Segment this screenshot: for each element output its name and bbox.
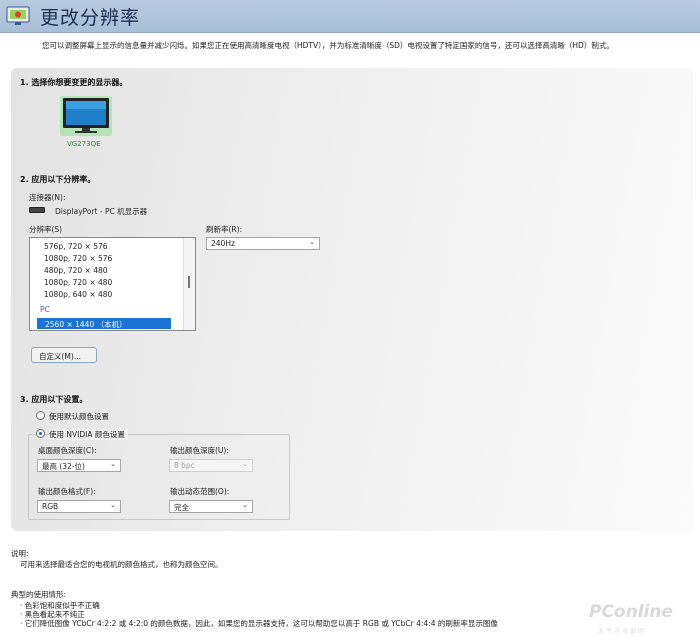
custom-button-label: 自定义(M)... <box>39 352 81 361</box>
radio-nvidia-color[interactable] <box>36 429 45 438</box>
scrollbar-thumb[interactable] <box>188 276 190 288</box>
monitor-label: VG273QE <box>67 140 101 148</box>
intro-text: 您可以调整屏幕上显示的信息量并减少闪烁。如果您正在使用高清晰度电视（HDTV），… <box>42 41 614 50</box>
list-group-pc: PC <box>40 305 50 314</box>
monitor-icon[interactable] <box>60 96 112 136</box>
radio-nvidia-color-label: 使用 NVIDIA 颜色设置 <box>49 429 128 440</box>
list-item[interactable]: 1080p, 640 × 480 <box>44 290 112 299</box>
output-format-value: RGB <box>42 502 59 511</box>
output-range-select[interactable]: 完全 ⌄ <box>169 500 253 513</box>
output-depth-value: 8 bpc <box>174 461 195 470</box>
usage-item-text: 它们降低图像 YCbCr 4:2:2 或 4:2:0 的颜色数据，因此，如果您的… <box>24 619 498 628</box>
description-title: 说明: <box>11 549 29 558</box>
chevron-down-icon: ⌄ <box>242 460 248 468</box>
resolution-list[interactable]: 576p, 720 × 576 1080p, 720 × 576 480p, 7… <box>29 237 196 331</box>
selected-resolution: 2560 × 1440 （本机） <box>45 320 127 329</box>
output-range-value: 完全 <box>174 503 189 512</box>
output-depth-select[interactable]: 8 bpc ⌄ <box>169 459 253 472</box>
section-1-title: 1. 选择你想要变更的显示器。 <box>20 78 128 87</box>
chevron-down-icon: ⌄ <box>242 501 248 509</box>
list-item-selected[interactable]: 2560 × 1440 （本机） <box>37 318 171 329</box>
chevron-down-icon: ⌄ <box>110 501 116 509</box>
list-item[interactable]: 1080p, 720 × 480 <box>44 278 112 287</box>
displayport-icon <box>29 207 45 213</box>
section-2-title: 2. 应用以下分辨率。 <box>20 175 96 184</box>
usage-item: · 它们降低图像 YCbCr 4:2:2 或 4:2:0 的颜色数据，因此，如果… <box>20 619 498 628</box>
chevron-down-icon: ⌄ <box>110 460 116 468</box>
radio-default-color-label: 使用默认颜色设置 <box>49 412 109 421</box>
output-depth-label: 输出颜色深度(U): <box>170 446 229 455</box>
list-item[interactable]: 576p, 720 × 576 <box>44 242 108 251</box>
radio-default-color[interactable] <box>36 411 45 420</box>
page-title: 更改分辨率 <box>40 7 141 29</box>
chevron-down-icon: ⌄ <box>309 238 315 246</box>
desktop-depth-value: 最高 (32-位) <box>42 462 85 471</box>
watermark-logo: PConline <box>589 602 674 622</box>
connector-value: DisplayPort - PC 机显示器 <box>55 207 148 216</box>
watermark-subtext: 太平洋电脑网 <box>598 628 647 635</box>
title-bar: 更改分辨率 <box>0 0 700 33</box>
list-item[interactable]: 480p, 720 × 480 <box>44 266 108 275</box>
usage-title: 典型的使用情形: <box>11 590 67 599</box>
output-range-label: 输出动态范围(O): <box>170 487 230 496</box>
desktop-depth-select[interactable]: 最高 (32-位) ⌄ <box>37 459 121 472</box>
output-format-select[interactable]: RGB ⌄ <box>37 500 121 513</box>
desktop-depth-label: 桌面颜色深度(C): <box>38 446 97 455</box>
resolution-label: 分辨率(S) <box>29 225 63 234</box>
connector-label: 连接器(N): <box>29 193 66 202</box>
list-item[interactable]: 1080p, 720 × 576 <box>44 254 112 263</box>
refresh-rate-label: 刷新率(R): <box>206 225 243 234</box>
output-format-label: 输出颜色格式(F): <box>38 487 96 496</box>
refresh-rate-select[interactable]: 240Hz ⌄ <box>206 237 320 250</box>
display-settings-icon <box>6 6 30 25</box>
list-scrollbar[interactable] <box>183 238 195 330</box>
description-text: 可用来选择最适合您的电视机的颜色格式，也称为颜色空间。 <box>20 560 223 569</box>
custom-resolution-button[interactable]: 自定义(M)... <box>31 347 97 363</box>
refresh-rate-value: 240Hz <box>211 239 235 248</box>
section-3-title: 3. 应用以下设置。 <box>20 395 88 404</box>
